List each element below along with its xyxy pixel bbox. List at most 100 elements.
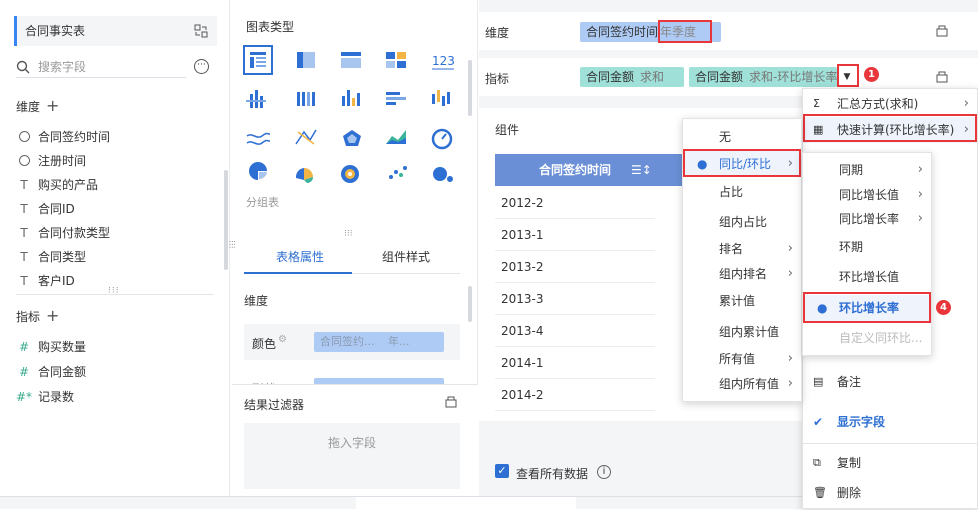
sunburst-chart-icon: [341, 165, 359, 183]
dimension-field-item[interactable]: T 客户ID: [16, 271, 74, 291]
metric-field-pill-1[interactable]: 合同金额 求和: [580, 67, 684, 87]
view-all-label: 查看所有数据: [516, 467, 589, 481]
dataset-selector[interactable]: 合同事实表: [14, 16, 217, 46]
menu-same-period[interactable]: 同期 ›: [803, 157, 931, 183]
menu-none-label: 无: [719, 130, 732, 144]
more-options-icon[interactable]: ···: [194, 59, 209, 74]
config-tabs: 表格属性 组件样式: [244, 240, 460, 274]
dimension-section-header: 维度 +: [16, 96, 59, 115]
menu-yoy-growth-rate[interactable]: 同比增长率 ›: [803, 206, 931, 232]
menu-show-field[interactable]: ✔ 显示字段: [803, 409, 977, 435]
metric-field-item[interactable]: # 购买数量: [16, 337, 86, 357]
metric-pill1-suffix: 求和: [640, 70, 665, 84]
number-chart-icon: 123: [432, 54, 455, 68]
dimension-field-item[interactable]: T 购买的产品: [16, 175, 98, 195]
drop-field-zone[interactable]: 拖入字段: [244, 423, 460, 489]
hash-star-icon: #*: [16, 390, 33, 404]
metric-pill2-suffix: 求和-环比增长率: [749, 70, 837, 84]
table-row: 2012-2: [495, 187, 655, 219]
tab-table-attributes-label: 表格属性: [276, 250, 325, 264]
area-chart-icon: [386, 130, 406, 144]
chevron-right-icon: ›: [917, 162, 923, 177]
menu-ratio[interactable]: 占比: [683, 179, 801, 205]
tab-component-style[interactable]: 组件样式: [352, 240, 460, 274]
bar-chart-icon: [342, 90, 360, 106]
menu-mom-growth-value-label: 环比增长值: [839, 270, 900, 284]
switch-dataset-icon[interactable]: [193, 23, 209, 39]
field-panel: 合同事实表 搜索字段 ··· 维度 + 合同签约时间注册时间 T 购买的产品 T 合同ID…: [0, 0, 230, 509]
menu-group-all-values-label: 组内所有值: [719, 377, 780, 391]
menu-all-values[interactable]: 所有值 ›: [683, 346, 801, 372]
menu-delete[interactable]: 🗑 删除: [803, 480, 977, 506]
add-metric-icon[interactable]: +: [46, 306, 59, 325]
menu-all-values-label: 所有值: [719, 352, 756, 366]
dimension-field-item[interactable]: T 合同类型: [16, 247, 86, 267]
menu-mom-growth-value[interactable]: 环比增长值: [803, 264, 931, 290]
color-field-pill[interactable]: 合同签约... 年...: [314, 332, 444, 352]
table-row: 2013-3: [495, 283, 655, 315]
metric-section-title: 指标: [16, 310, 41, 324]
resize-handle-icon[interactable]: ⁝⁝⁝: [344, 229, 353, 239]
filter-settings-icon[interactable]: [444, 395, 458, 412]
table-header-label: 合同签约时间: [539, 163, 612, 177]
chart-type-hint: 分组表: [246, 196, 279, 209]
dimension-field-item[interactable]: 合同签约时间: [16, 127, 110, 147]
menu-none[interactable]: 无: [683, 124, 801, 150]
table-header-cell[interactable]: 合同签约时间 ☰↕: [495, 154, 655, 186]
table-row: 2014-2: [495, 379, 655, 411]
chart-grid-scrollbar[interactable]: [468, 60, 472, 116]
menu-remark[interactable]: ▤ 备注: [803, 369, 977, 395]
dimension-field-item[interactable]: T 合同ID: [16, 199, 75, 219]
menu-prev-period-label: 环期: [839, 240, 864, 254]
dimension-field-label: 合同ID: [38, 202, 75, 216]
attr-scrollbar[interactable]: [468, 286, 472, 322]
component-title: 组件: [495, 123, 520, 137]
field-search-input[interactable]: 搜索字段: [16, 58, 186, 78]
color-label: 颜色: [252, 337, 277, 351]
cross-table-chart-icon: [297, 52, 315, 68]
dimension-field-item[interactable]: T 合同付款类型: [16, 223, 110, 243]
menu-group-rank-label: 组内排名: [719, 267, 768, 281]
menu-group-all-values[interactable]: 组内所有值 ›: [683, 371, 801, 397]
hash-icon: #: [18, 365, 30, 379]
panel-resize-handle-icon[interactable]: ⁝⁝⁝: [226, 240, 236, 249]
copy-icon: ⧉: [813, 456, 821, 469]
sort-icon[interactable]: ☰↕: [631, 154, 652, 186]
dimension-shelf-settings-icon[interactable]: [935, 24, 949, 41]
add-dimension-icon[interactable]: +: [46, 96, 59, 115]
menu-group-rank[interactable]: 组内排名 ›: [683, 261, 801, 287]
menu-copy[interactable]: ⧉ 复制: [803, 450, 977, 476]
menu-custom-mom[interactable]: 自定义同环比...: [803, 325, 931, 351]
menu-yoy-growth-value[interactable]: 同比增长值 ›: [803, 182, 931, 208]
menu-custom-mom-label: 自定义同环比...: [839, 331, 923, 345]
chevron-right-icon: ›: [787, 241, 793, 256]
menu-group-cumulative[interactable]: 组内累计值: [683, 319, 801, 345]
menu-copy-label: 复制: [837, 456, 862, 470]
dimension-field-label: 合同签约时间: [38, 130, 111, 144]
group-table-chart-icon: [243, 45, 273, 75]
menu-group-ratio[interactable]: 组内占比: [683, 209, 801, 235]
highlight-mom-growth-rate: [803, 292, 931, 323]
settings-icon[interactable]: ⚙: [278, 334, 287, 345]
field-panel-scrollbar[interactable]: [224, 170, 228, 270]
menu-rank[interactable]: 排名 ›: [683, 236, 801, 262]
highlight-yoy-mom: [683, 149, 801, 177]
pie-chart-icon: [249, 162, 267, 180]
metric-shelf-settings-icon[interactable]: [935, 70, 949, 87]
tab-table-attributes[interactable]: 表格属性: [244, 240, 352, 274]
menu-rank-label: 排名: [719, 242, 744, 256]
view-all-checkbox[interactable]: ✓: [495, 464, 509, 478]
metric-field-item[interactable]: #* 记录数: [16, 387, 74, 407]
metric-field-item[interactable]: # 合同金额: [16, 362, 86, 382]
chart-type-grid: 123: [243, 45, 455, 183]
metric-field-pill-2[interactable]: 合同金额 求和-环比增长率: [689, 67, 837, 87]
info-icon[interactable]: i: [597, 465, 611, 479]
dimension-field-item[interactable]: 注册时间: [16, 151, 86, 171]
menu-cumulative[interactable]: 累计值: [683, 288, 801, 314]
multi-bar-chart-icon: [246, 90, 266, 108]
active-bottom-tab[interactable]: [356, 497, 576, 510]
kpi-card-chart-icon: [386, 52, 406, 68]
result-filter-title: 结果过滤器: [244, 398, 305, 412]
menu-prev-period[interactable]: 环期: [803, 234, 931, 260]
chevron-right-icon: ›: [787, 351, 793, 366]
